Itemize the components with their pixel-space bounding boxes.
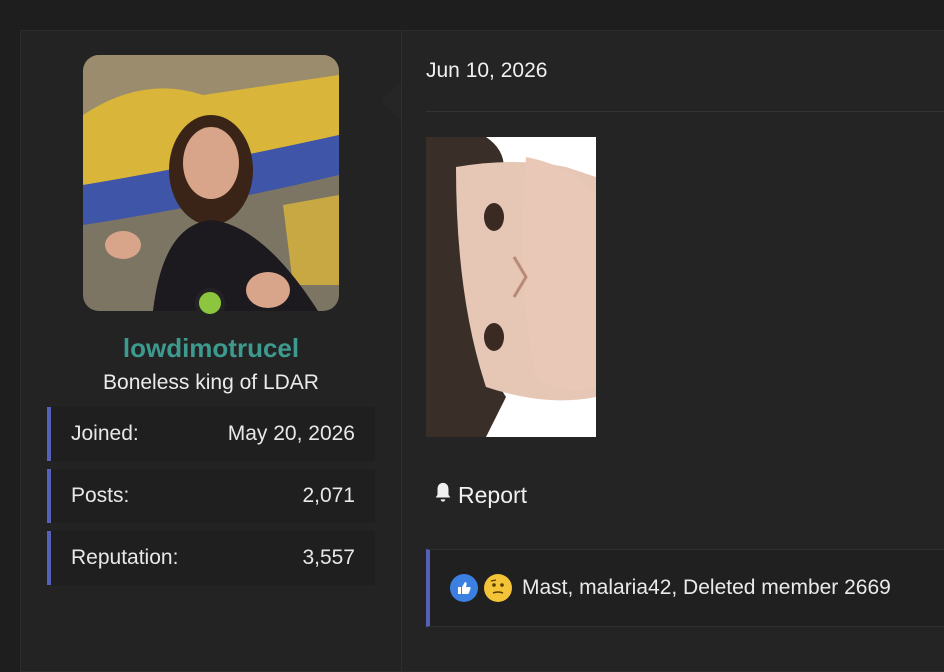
- reactions-bar[interactable]: Mast, malaria42, Deleted member 2669: [426, 549, 944, 627]
- post-date[interactable]: Jun 10, 2026: [426, 59, 547, 83]
- divider: [426, 111, 944, 112]
- post-container: lowdimotrucel Boneless king of LDAR Join…: [20, 30, 944, 672]
- report-button[interactable]: Report: [432, 481, 527, 509]
- avatar[interactable]: [83, 55, 339, 311]
- user-sidebar: lowdimotrucel Boneless king of LDAR Join…: [21, 31, 402, 671]
- username-link[interactable]: lowdimotrucel: [21, 333, 401, 364]
- stat-label: Reputation:: [71, 546, 179, 569]
- stat-joined: Joined: May 20, 2026: [47, 407, 375, 461]
- stat-reputation: Reputation: 3,557: [47, 531, 375, 585]
- stat-value: 3,557: [302, 546, 355, 569]
- online-status-indicator: [195, 288, 225, 318]
- stat-posts: Posts: 2,071: [47, 469, 375, 523]
- stat-label: Joined:: [71, 422, 139, 445]
- like-icon[interactable]: [450, 574, 478, 602]
- stat-value: May 20, 2026: [227, 422, 355, 445]
- message-content: Jun 10, 2026 Report Mast, malaria42, Del…: [402, 31, 944, 671]
- thinking-icon[interactable]: [484, 574, 512, 602]
- report-label: Report: [458, 481, 528, 508]
- bell-icon: [432, 481, 454, 509]
- reaction-users[interactable]: Mast, malaria42, Deleted member 2669: [522, 576, 891, 600]
- message-pointer: [381, 81, 401, 121]
- post-attachment-image[interactable]: [426, 137, 596, 437]
- stat-label: Posts:: [71, 484, 130, 507]
- stat-value[interactable]: 2,071: [302, 484, 355, 508]
- user-title: Boneless king of LDAR: [103, 371, 319, 394]
